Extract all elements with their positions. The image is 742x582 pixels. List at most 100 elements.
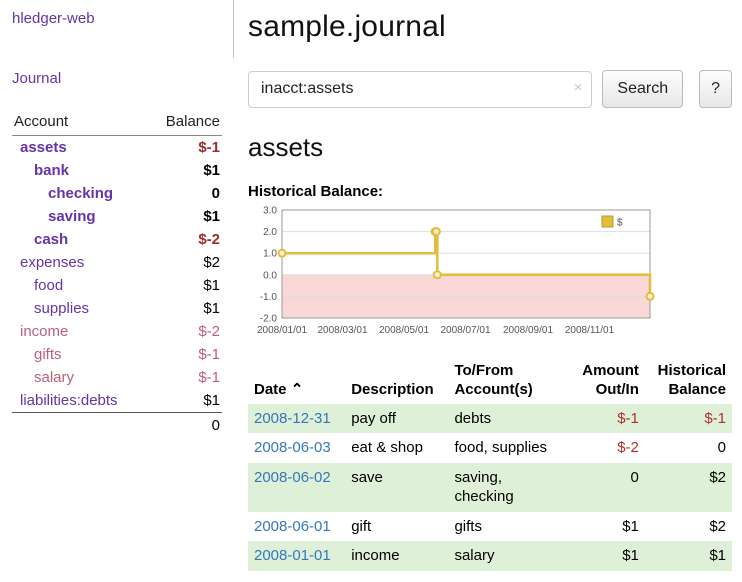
journal-link[interactable]: Journal bbox=[12, 70, 222, 87]
total-row: 0 bbox=[12, 413, 222, 438]
account-name-cell: gifts bbox=[12, 343, 148, 366]
account-link[interactable]: liabilities:debts bbox=[20, 392, 118, 409]
account-link[interactable]: bank bbox=[34, 162, 69, 179]
transaction-description: income bbox=[345, 541, 448, 571]
transaction-date-link[interactable]: 2008-06-03 bbox=[254, 439, 331, 456]
transaction-row: 2008-06-01 giftgifts$1$2 bbox=[248, 512, 732, 542]
account-row: saving$1 bbox=[12, 205, 222, 228]
page-title: sample.journal bbox=[248, 10, 732, 44]
search-button[interactable]: Search bbox=[602, 70, 683, 108]
account-balance: $-1 bbox=[148, 136, 222, 160]
account-name-cell: liabilities:debts bbox=[12, 389, 148, 413]
account-balance: $1 bbox=[148, 389, 222, 413]
transaction-description: pay off bbox=[345, 404, 448, 434]
account-row: assets $-1 bbox=[12, 136, 222, 160]
register-table: Date ⌃ Description To/From Account(s) Am… bbox=[248, 360, 732, 571]
account-balance: $2 bbox=[148, 251, 222, 274]
transaction-amount: $1 bbox=[570, 512, 645, 542]
transaction-accounts: salary bbox=[448, 541, 570, 571]
transaction-balance: $1 bbox=[645, 541, 732, 571]
account-link[interactable]: saving bbox=[48, 208, 96, 225]
transaction-description: save bbox=[345, 463, 448, 512]
historical-balance-chart: 3.02.01.00.0-1.0-2.02008/01/012008/03/01… bbox=[248, 204, 660, 346]
transaction-description: gift bbox=[345, 512, 448, 542]
transaction-date-link[interactable]: 2008-06-02 bbox=[254, 469, 331, 486]
total-balance: 0 bbox=[148, 413, 222, 438]
account-balance: $-2 bbox=[148, 228, 222, 251]
balance-column-header: Balance bbox=[148, 111, 222, 136]
account-link[interactable]: gifts bbox=[34, 346, 62, 363]
account-name-cell: bank bbox=[12, 159, 148, 182]
account-row: gifts $-1 bbox=[12, 343, 222, 366]
register-header-row: Date ⌃ Description To/From Account(s) Am… bbox=[248, 360, 732, 404]
transaction-description: eat & shop bbox=[345, 433, 448, 463]
clear-search-icon[interactable]: × bbox=[574, 80, 583, 95]
svg-text:2008/07/01: 2008/07/01 bbox=[440, 325, 490, 336]
svg-text:$: $ bbox=[617, 218, 623, 229]
transaction-amount: $1 bbox=[570, 541, 645, 571]
svg-text:2008/05/01: 2008/05/01 bbox=[379, 325, 429, 336]
svg-text:2008/11/01: 2008/11/01 bbox=[565, 325, 615, 336]
account-balance: $-1 bbox=[148, 343, 222, 366]
svg-text:-1.0: -1.0 bbox=[260, 292, 278, 303]
transaction-amount: 0 bbox=[570, 463, 645, 512]
account-name-cell: expenses bbox=[12, 251, 148, 274]
account-row: supplies $1 bbox=[12, 297, 222, 320]
account-balance: $1 bbox=[148, 297, 222, 320]
account-column-header: Account bbox=[12, 111, 148, 136]
col-header-amount: Amount Out/In bbox=[570, 360, 645, 404]
account-row: expenses $2 bbox=[12, 251, 222, 274]
app-title-link[interactable]: hledger-web bbox=[12, 10, 95, 27]
svg-text:-2.0: -2.0 bbox=[260, 314, 278, 325]
transaction-accounts: food, supplies bbox=[448, 433, 570, 463]
sidebar: hledger-web Journal Account Balance asse… bbox=[0, 0, 234, 447]
svg-text:2008/09/01: 2008/09/01 bbox=[503, 325, 553, 336]
col-header-accounts: To/From Account(s) bbox=[448, 360, 570, 404]
account-row: bank $1 bbox=[12, 159, 222, 182]
transaction-balance: $-1 bbox=[645, 404, 732, 434]
transaction-accounts: saving, checking bbox=[448, 463, 570, 512]
transaction-balance: $2 bbox=[645, 512, 732, 542]
search-input[interactable] bbox=[248, 71, 592, 108]
account-name-cell: checking bbox=[12, 182, 148, 205]
account-name-cell: income bbox=[12, 320, 148, 343]
account-link[interactable]: income bbox=[20, 323, 68, 340]
sort-asc-icon: ⌃ bbox=[291, 381, 304, 398]
col-header-description: Description bbox=[345, 360, 448, 404]
help-button[interactable]: ? bbox=[699, 70, 732, 108]
account-link[interactable]: assets bbox=[20, 139, 67, 156]
account-link[interactable]: supplies bbox=[34, 300, 89, 317]
transaction-row: 2008-06-03eat & shopfood, supplies$-20 bbox=[248, 433, 732, 463]
transaction-accounts: gifts bbox=[448, 512, 570, 542]
account-link[interactable]: food bbox=[34, 277, 63, 294]
transaction-date-cell: 2008-06-03 bbox=[248, 433, 345, 463]
account-balance: 0 bbox=[148, 182, 222, 205]
account-row: checking 0 bbox=[12, 182, 222, 205]
account-row: cash $-2 bbox=[12, 228, 222, 251]
svg-text:2008/03/01: 2008/03/01 bbox=[317, 325, 367, 336]
transaction-date-cell: 2008-01-01 bbox=[248, 541, 345, 571]
search-row: × Search ? bbox=[248, 70, 732, 108]
chart-title: Historical Balance: bbox=[248, 183, 732, 200]
svg-text:1.0: 1.0 bbox=[263, 249, 277, 260]
search-box: × bbox=[248, 71, 592, 108]
transaction-date-link[interactable]: 2008-01-01 bbox=[254, 547, 331, 564]
transaction-balance: 0 bbox=[645, 433, 732, 463]
transaction-date-link[interactable]: 2008-12-31 bbox=[254, 410, 331, 427]
account-name-cell: salary bbox=[12, 366, 148, 389]
col-header-date[interactable]: Date ⌃ bbox=[248, 360, 345, 404]
account-row: food$1 bbox=[12, 274, 222, 297]
account-balance: $1 bbox=[148, 159, 222, 182]
svg-text:2008/01/01: 2008/01/01 bbox=[257, 325, 307, 336]
account-link[interactable]: cash bbox=[34, 231, 68, 248]
main-content: sample.journal × Search ? assets Histori… bbox=[248, 0, 732, 571]
account-link[interactable]: expenses bbox=[20, 254, 84, 271]
account-link[interactable]: checking bbox=[48, 185, 113, 202]
account-name-cell: saving bbox=[12, 205, 148, 228]
transaction-date-link[interactable]: 2008-06-01 bbox=[254, 518, 331, 535]
account-link[interactable]: salary bbox=[34, 369, 74, 386]
transaction-date-cell: 2008-12-31 bbox=[248, 404, 345, 434]
account-row: salary $-1 bbox=[12, 366, 222, 389]
account-balance: $-1 bbox=[148, 366, 222, 389]
transaction-amount: $-1 bbox=[570, 404, 645, 434]
